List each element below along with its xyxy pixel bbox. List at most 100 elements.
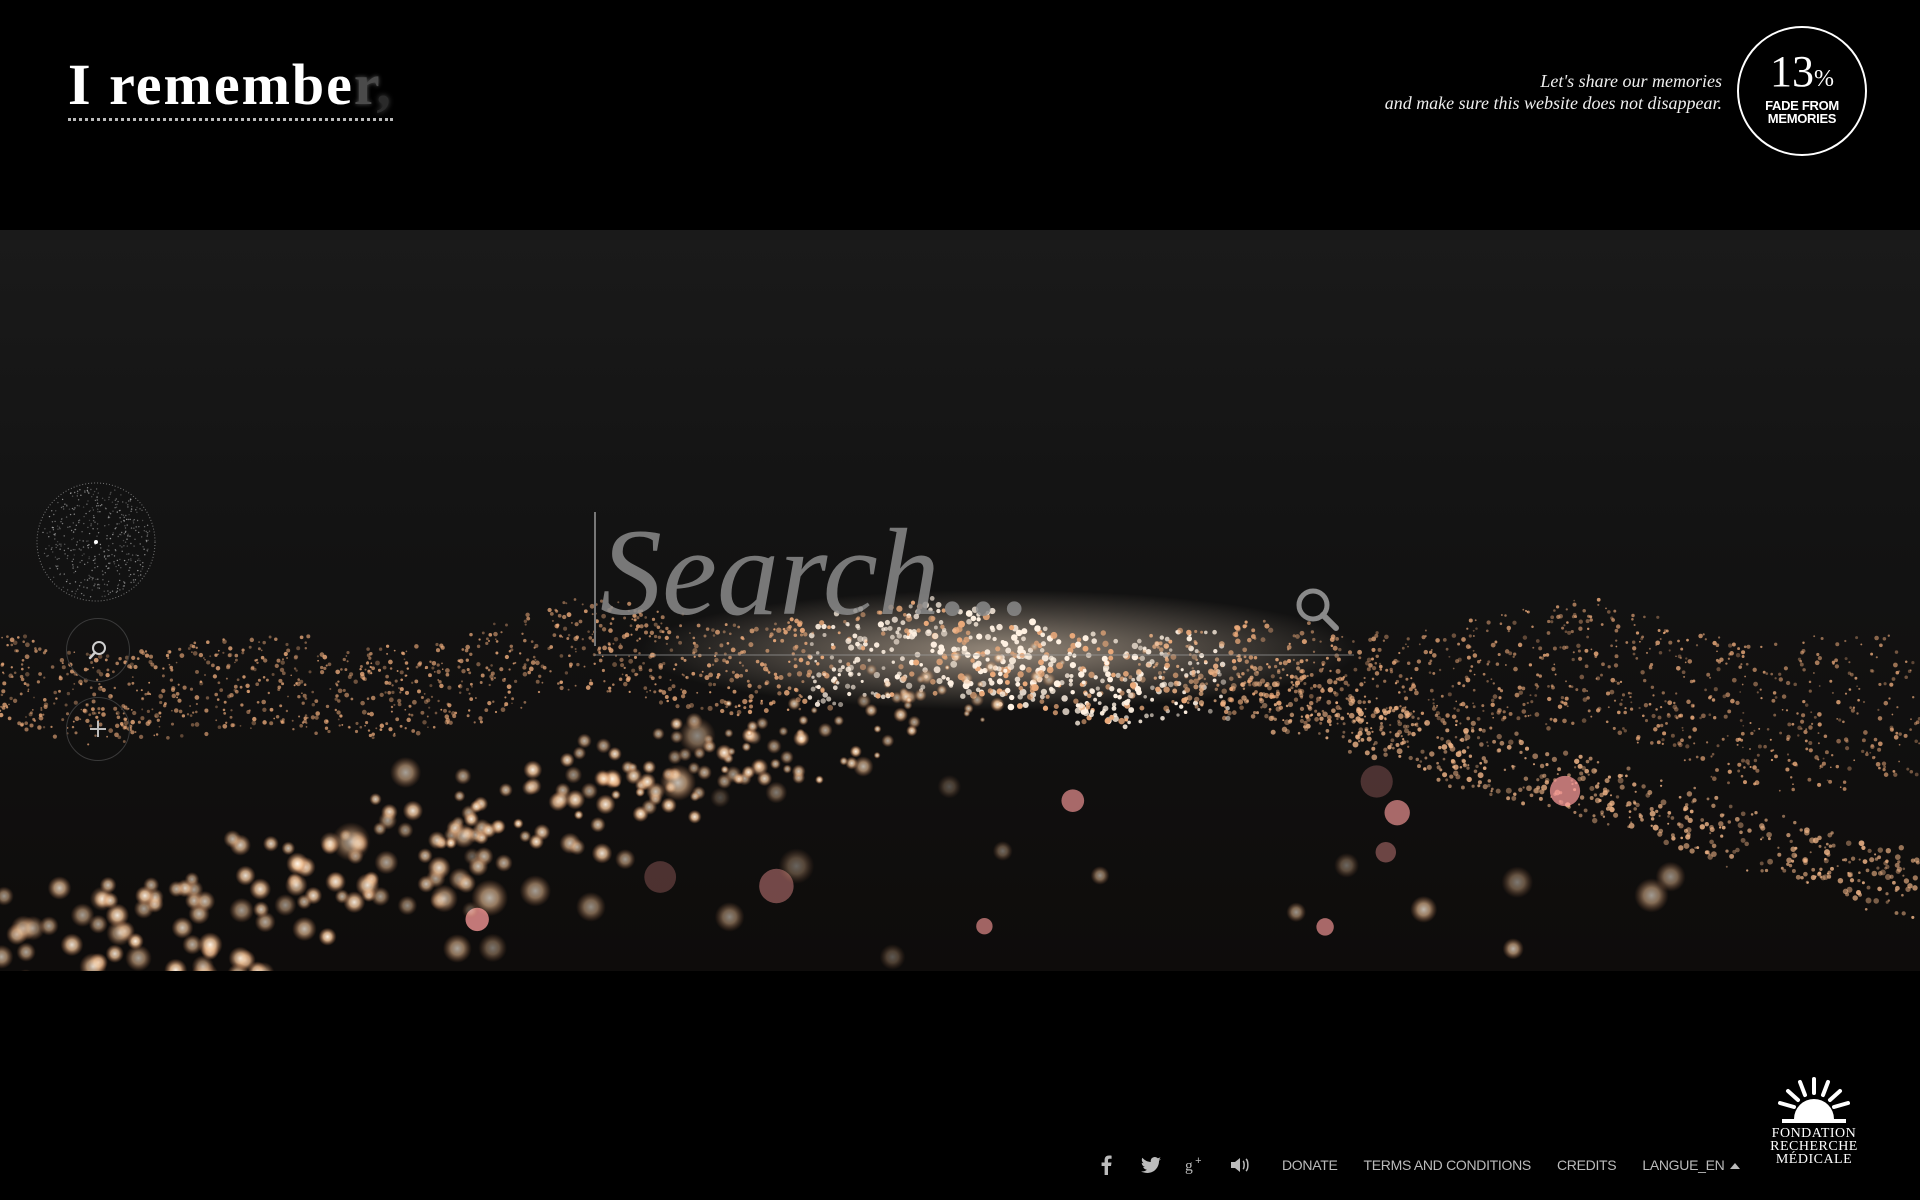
particle — [415, 730, 421, 736]
particle — [406, 667, 410, 670]
sidebar-search-button[interactable] — [66, 618, 130, 682]
bokeh-particle — [641, 799, 658, 816]
particle — [1849, 672, 1854, 677]
radar-dot — [60, 543, 62, 545]
particle — [1649, 806, 1654, 812]
particle — [341, 723, 344, 726]
particle — [468, 671, 472, 675]
radar-dot — [146, 534, 149, 536]
particle — [1739, 719, 1743, 722]
particle — [576, 662, 580, 667]
bokeh-particle — [970, 693, 985, 707]
credits-link[interactable]: CREDITS — [1557, 1157, 1617, 1173]
radar-dot — [123, 545, 125, 547]
radar-dot — [88, 544, 90, 546]
particle — [1866, 885, 1871, 890]
radar-dot — [127, 506, 129, 508]
particle — [1804, 739, 1808, 743]
particle — [1191, 670, 1196, 674]
sidebar-add-memory-button[interactable] — [66, 697, 130, 761]
particle — [1678, 845, 1684, 851]
donate-link[interactable]: DONATE — [1282, 1157, 1338, 1173]
particle — [1519, 750, 1523, 755]
particle — [290, 674, 293, 677]
foundation-logo[interactable]: FONDATION RECHERCHE MÉDICALE — [1764, 1075, 1864, 1175]
particle — [636, 673, 639, 676]
particle — [1363, 681, 1366, 684]
particle — [27, 666, 30, 669]
radar-dot — [114, 489, 116, 491]
particle — [1257, 665, 1263, 671]
particle — [623, 681, 628, 687]
bokeh-particle — [480, 822, 497, 839]
radar-dot — [95, 578, 97, 581]
radar-dot — [106, 549, 109, 551]
particle — [411, 729, 416, 733]
particle — [404, 690, 410, 695]
radar-dot — [141, 568, 143, 570]
radar-dot — [130, 527, 133, 529]
particle — [1261, 692, 1266, 697]
radar-dot — [145, 530, 147, 533]
particle — [1869, 751, 1872, 754]
particle — [279, 667, 285, 673]
particle — [1591, 817, 1598, 824]
radar-dot — [78, 585, 81, 587]
particle — [1675, 692, 1678, 695]
particle — [573, 636, 579, 642]
particle — [1877, 847, 1884, 853]
particle — [736, 709, 742, 715]
particle — [334, 697, 338, 701]
particle — [559, 654, 564, 658]
terms-link[interactable]: TERMS AND CONDITIONS — [1364, 1157, 1532, 1173]
sound-toggle[interactable] — [1230, 1154, 1252, 1176]
search-submit-button[interactable] — [1290, 582, 1346, 638]
particle — [24, 721, 28, 725]
particle — [1804, 703, 1809, 707]
particle — [241, 651, 245, 655]
twitter-link[interactable] — [1140, 1154, 1162, 1176]
particle — [1164, 662, 1171, 669]
radar-dot — [76, 566, 79, 568]
particle — [404, 661, 409, 665]
particle — [1710, 755, 1713, 758]
particle — [1629, 707, 1634, 711]
particle — [1741, 650, 1746, 655]
particle — [1774, 754, 1778, 759]
particle — [1810, 711, 1813, 714]
particle — [375, 660, 380, 666]
particle — [1440, 736, 1444, 741]
site-logo[interactable]: I remember, — [68, 56, 393, 121]
particle — [1250, 714, 1256, 719]
google-plus-link[interactable]: g + — [1185, 1154, 1207, 1176]
facebook-link[interactable] — [1095, 1154, 1117, 1176]
particle — [175, 661, 178, 664]
bokeh-particle — [918, 669, 935, 685]
radar-dot — [88, 519, 91, 522]
particle — [1597, 603, 1600, 606]
particle — [1740, 663, 1743, 666]
particle — [1753, 782, 1757, 786]
particle — [859, 664, 867, 671]
particle — [1670, 816, 1675, 820]
radar-dot — [145, 539, 147, 541]
particle — [1303, 682, 1307, 686]
particle — [1466, 776, 1472, 783]
language-selector[interactable]: LANGUE_EN — [1642, 1157, 1741, 1173]
particle — [511, 702, 513, 705]
particle — [397, 702, 402, 707]
particle — [1658, 650, 1663, 655]
radar-dot — [66, 557, 68, 560]
particle — [1582, 609, 1586, 613]
fade-percentage-badge[interactable]: 13% FADE FROM MEMORIES — [1737, 26, 1867, 156]
particle — [1656, 740, 1661, 745]
memory-radar[interactable] — [35, 481, 157, 603]
particle — [1825, 842, 1829, 846]
particle — [217, 649, 220, 652]
particle — [225, 721, 228, 724]
search-input[interactable] — [600, 508, 1260, 638]
particle — [985, 657, 990, 662]
particle — [1791, 762, 1795, 766]
radar-dot — [82, 506, 85, 508]
particle — [1212, 678, 1217, 683]
